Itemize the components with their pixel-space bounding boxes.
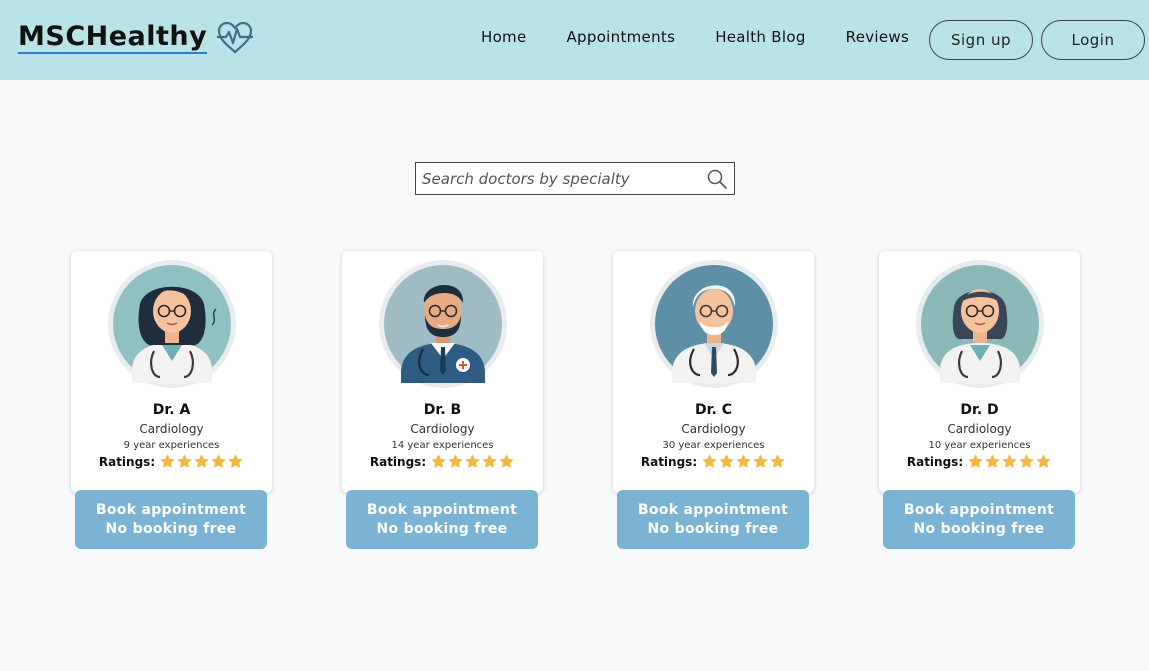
doctor-experience: 14 year experiences [391,440,494,451]
book-appointment-button[interactable]: Book appointment No booking free [617,490,809,549]
rating-stars [430,454,515,469]
book-button-line2: No booking free [105,520,237,537]
book-button-line2: No booking free [913,520,1045,537]
ratings-label: Ratings: [369,454,427,469]
doctor-avatar [649,260,778,388]
doctor-specialty: Cardiology [947,422,1012,436]
book-appointment-button[interactable]: Book appointment No booking free [75,490,267,549]
doctor-specialty: Cardiology [410,422,475,436]
star-icon [1002,454,1017,468]
book-button-line1: Book appointment [366,501,518,518]
doctor-ratings: Ratings: [613,454,814,469]
star-icon [770,454,785,468]
ratings-label: Ratings: [640,454,698,469]
signup-button[interactable]: Sign up [929,20,1033,60]
heartbeat-icon [217,21,254,54]
doctor-avatar [915,260,1044,388]
star-icon [1036,454,1051,468]
book-button-line2: No booking free [376,520,508,537]
search-icon[interactable] [706,168,728,190]
book-appointment-button[interactable]: Book appointment No booking free [346,490,538,549]
doctor-experience: 9 year experiences [123,440,220,451]
doctor-name: Dr. D [960,402,999,418]
doctor-avatar [107,260,236,388]
star-icon [177,454,192,468]
star-icon [1019,454,1034,468]
star-icon [968,454,983,468]
header: MSCHealthy Home Appointments Health Blog… [0,0,1149,80]
book-button-line1: Book appointment [637,501,789,518]
star-icon [482,454,497,468]
doctor-specialty: Cardiology [139,422,204,436]
book-appointment-button[interactable]: Book appointment No booking free [883,490,1075,549]
rating-stars [159,454,244,469]
star-icon [211,454,226,468]
main-nav: Home Appointments Health Blog Reviews [481,28,909,46]
nav-reviews[interactable]: Reviews [846,28,909,46]
star-icon [719,454,734,468]
star-icon [753,454,768,468]
rating-stars [967,454,1052,469]
star-icon [985,454,1000,468]
star-icon [431,454,446,468]
star-icon [499,454,514,468]
ratings-label: Ratings: [98,454,156,469]
doctor-experience: 30 year experiences [662,440,765,451]
doctor-experience: 10 year experiences [928,440,1031,451]
doctor-name: Dr. C [695,402,732,418]
ratings-label: Ratings: [906,454,964,469]
brand-logo[interactable]: MSCHealthy [18,18,254,58]
rating-stars [701,454,786,469]
star-icon [160,454,175,468]
brand-name: MSCHealthy [18,21,208,54]
book-button-line2: No booking free [647,520,779,537]
star-icon [702,454,717,468]
search-input[interactable] [416,163,706,194]
star-icon [194,454,209,468]
doctor-name: Dr. B [423,402,462,418]
doctor-card: Dr. C Cardiology 30 year experiences Rat… [613,251,814,493]
doctor-avatar [378,260,507,388]
book-button-line1: Book appointment [903,501,1055,518]
doctor-ratings: Ratings: [342,454,543,469]
doctor-card: Dr. B Cardiology 14 year experiences Rat… [342,251,543,493]
doctor-ratings: Ratings: [71,454,272,469]
doctor-name: Dr. A [152,402,191,418]
nav-home[interactable]: Home [481,28,527,46]
nav-health-blog[interactable]: Health Blog [715,28,805,46]
book-button-line1: Book appointment [95,501,247,518]
search-bar [415,162,735,195]
doctor-card: Dr. D Cardiology 10 year experiences Rat… [879,251,1080,493]
doctor-card: Dr. A Cardiology 9 year experiences Rati… [71,251,272,493]
star-icon [465,454,480,468]
nav-appointments[interactable]: Appointments [567,28,676,46]
doctor-ratings: Ratings: [879,454,1080,469]
star-icon [448,454,463,468]
star-icon [736,454,751,468]
doctor-specialty: Cardiology [681,422,746,436]
star-icon [228,454,243,468]
login-button[interactable]: Login [1041,20,1145,60]
